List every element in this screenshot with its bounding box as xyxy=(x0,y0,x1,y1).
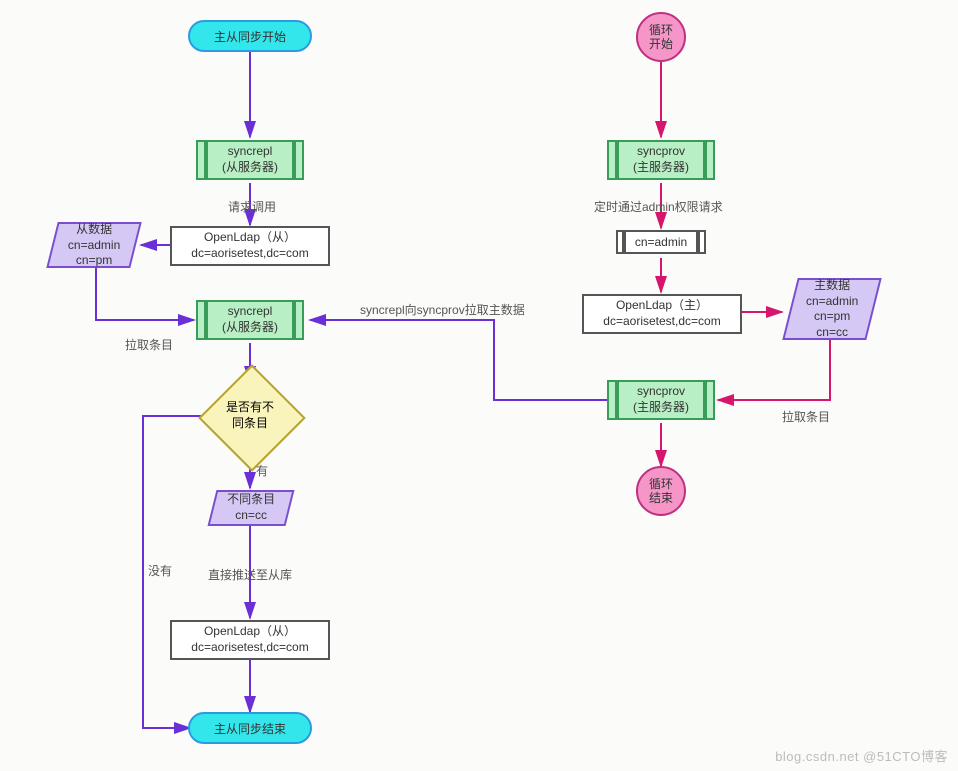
end-label: 主从同步结束 xyxy=(214,720,286,737)
loop-end-circle: 循环结束 xyxy=(636,466,686,516)
openldap-slave-1: OpenLdap（从）dc=aorisetest,dc=com xyxy=(170,226,330,266)
cn-admin-process: cn=admin xyxy=(624,230,698,254)
syncprov-process-1: syncprov(主服务器) xyxy=(617,140,705,180)
syncprov-process-2: syncprov(主服务器) xyxy=(617,380,705,420)
edge-label-pull-left: 拉取条目 xyxy=(125,336,173,353)
data-slave-text: 从数据cn=admincn=pm xyxy=(68,222,120,269)
diff-parallelogram: 不同条目cn=cc xyxy=(208,490,295,526)
edge-label-timer: 定时通过admin权限请求 xyxy=(594,198,723,215)
syncrepl-process-1: syncrepl(从服务器) xyxy=(206,140,294,180)
data-master-parallelogram: 主数据cn=admincn=pmcn=cc xyxy=(782,278,881,340)
edge-label-request: 请求调用 xyxy=(228,198,276,215)
decision-diamond: 是否有不同条目 xyxy=(214,380,286,452)
edge-label-yes: 有 xyxy=(256,462,268,479)
syncprov2-text: syncprov(主服务器) xyxy=(633,384,689,415)
loop-end-text: 循环结束 xyxy=(649,477,673,506)
watermark-text: blog.csdn.net @51CTO博客 xyxy=(775,746,948,765)
loop-start-circle: 循环开始 xyxy=(636,12,686,62)
edge-label-no: 没有 xyxy=(148,562,172,579)
edges-layer xyxy=(0,0,958,771)
cn-admin-text: cn=admin xyxy=(635,235,687,249)
end-terminator: 主从同步结束 xyxy=(188,712,312,744)
edge-label-pull-right: 拉取条目 xyxy=(782,408,830,425)
data-master-text: 主数据cn=admincn=pmcn=cc xyxy=(806,278,858,340)
openldap-slave-2: OpenLdap（从）dc=aorisetest,dc=com xyxy=(170,620,330,660)
start-label: 主从同步开始 xyxy=(214,28,286,45)
openldap-master-text: OpenLdap（主）dc=aorisetest,dc=com xyxy=(603,298,720,329)
diff-text: 不同条目cn=cc xyxy=(227,492,275,523)
syncrepl-process-2: syncrepl(从服务器) xyxy=(206,300,294,340)
openldap2-text: OpenLdap（从）dc=aorisetest,dc=com xyxy=(191,624,308,655)
edge-label-cross: syncrepl向syncprov拉取主数据 xyxy=(360,301,525,318)
flowchart-canvas: 主从同步开始 syncrepl(从服务器) 请求调用 OpenLdap（从）dc… xyxy=(0,0,958,771)
syncprov1-text: syncprov(主服务器) xyxy=(633,144,689,175)
start-terminator: 主从同步开始 xyxy=(188,20,312,52)
data-slave-parallelogram: 从数据cn=admincn=pm xyxy=(46,222,141,268)
openldap1-text: OpenLdap（从）dc=aorisetest,dc=com xyxy=(191,230,308,261)
loop-start-text: 循环开始 xyxy=(649,23,673,52)
openldap-master: OpenLdap（主）dc=aorisetest,dc=com xyxy=(582,294,742,334)
syncrepl1-text: syncrepl(从服务器) xyxy=(222,144,278,175)
edge-label-push: 直接推送至从库 xyxy=(208,566,292,583)
syncrepl2-text: syncrepl(从服务器) xyxy=(222,304,278,335)
